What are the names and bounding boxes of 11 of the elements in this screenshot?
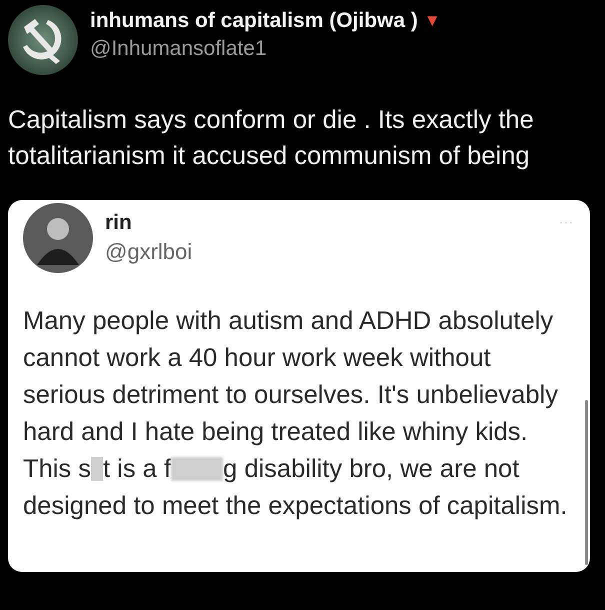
- avatar-icon[interactable]: [23, 203, 93, 273]
- author-handle[interactable]: @gxrlboi: [105, 239, 547, 265]
- scroll-bar[interactable]: [585, 400, 588, 565]
- author-name[interactable]: inhumans of capitalism (Ojibwa ): [90, 9, 418, 33]
- author-handle[interactable]: @Inhumansoflate1: [90, 37, 441, 61]
- post-text: Capitalism says conform or die . Its exactly the totalitarianism it accused communism of being: [8, 105, 535, 172]
- quoted-post-text: Many people with autism and ADHD absolutely cannot work a 40 hour work week without serious detriment to ourselves. It's unbelievably hard and I hate being treated like whiny kids. This s t is a f g disability bro, we are not designed to meet the expectations of capitalism.: [23, 306, 568, 522]
- author-name[interactable]: rin: [105, 211, 547, 235]
- avatar-icon[interactable]: [8, 5, 78, 75]
- quoted-post-card[interactable]: [8, 200, 590, 572]
- flag-icon: ▼: [424, 11, 441, 31]
